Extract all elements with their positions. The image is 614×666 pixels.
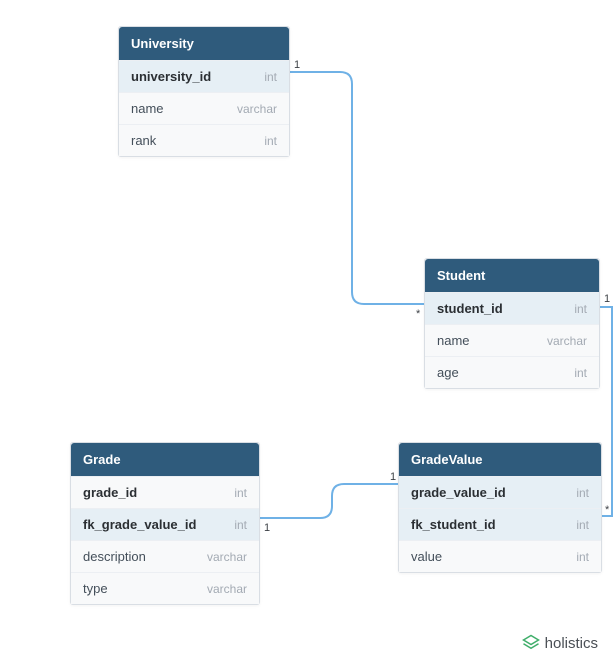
field-row: type varchar (71, 572, 259, 604)
field-row: rank int (119, 124, 289, 156)
field-name: value (411, 549, 442, 564)
field-name: age (437, 365, 459, 380)
field-name: university_id (131, 69, 211, 84)
field-row: university_id int (119, 60, 289, 92)
entity-header: Student (425, 259, 599, 292)
field-type: int (264, 70, 277, 84)
field-name: grade_value_id (411, 485, 506, 500)
field-type: varchar (547, 334, 587, 348)
field-row: student_id int (425, 292, 599, 324)
entity-grade[interactable]: Grade grade_id int fk_grade_value_id int… (70, 442, 260, 605)
field-row: value int (399, 540, 601, 572)
cardinality-label: 1 (604, 293, 610, 305)
field-type: varchar (207, 582, 247, 596)
field-type: varchar (237, 102, 277, 116)
field-row: grade_id int (71, 476, 259, 508)
field-row: age int (425, 356, 599, 388)
cardinality-label: * (416, 308, 420, 320)
brand-logo: holistics (522, 634, 598, 652)
field-type: int (264, 134, 277, 148)
field-name: description (83, 549, 146, 564)
field-name: student_id (437, 301, 503, 316)
field-type: int (576, 550, 589, 564)
entity-student[interactable]: Student student_id int name varchar age … (424, 258, 600, 389)
field-type: varchar (207, 550, 247, 564)
field-name: name (437, 333, 470, 348)
entity-header: University (119, 27, 289, 60)
cardinality-label: 1 (390, 471, 396, 483)
cardinality-label: 1 (294, 59, 300, 71)
field-name: grade_id (83, 485, 137, 500)
entity-gradevalue[interactable]: GradeValue grade_value_id int fk_student… (398, 442, 602, 573)
field-type: int (234, 518, 247, 532)
field-name: rank (131, 133, 156, 148)
entity-header: GradeValue (399, 443, 601, 476)
field-type: int (576, 486, 589, 500)
field-name: fk_student_id (411, 517, 496, 532)
field-row: name varchar (119, 92, 289, 124)
entity-header: Grade (71, 443, 259, 476)
brand-text: holistics (545, 635, 598, 652)
field-type: int (574, 302, 587, 316)
field-row: fk_grade_value_id int (71, 508, 259, 540)
field-row: description varchar (71, 540, 259, 572)
field-type: int (234, 486, 247, 500)
field-row: name varchar (425, 324, 599, 356)
cardinality-label: * (605, 504, 609, 516)
field-type: int (576, 518, 589, 532)
field-name: name (131, 101, 164, 116)
entity-university[interactable]: University university_id int name varcha… (118, 26, 290, 157)
cardinality-label: 1 (264, 522, 270, 534)
field-row: fk_student_id int (399, 508, 601, 540)
field-name: fk_grade_value_id (83, 517, 196, 532)
field-type: int (574, 366, 587, 380)
field-name: type (83, 581, 108, 596)
field-row: grade_value_id int (399, 476, 601, 508)
holistics-icon (522, 634, 540, 652)
